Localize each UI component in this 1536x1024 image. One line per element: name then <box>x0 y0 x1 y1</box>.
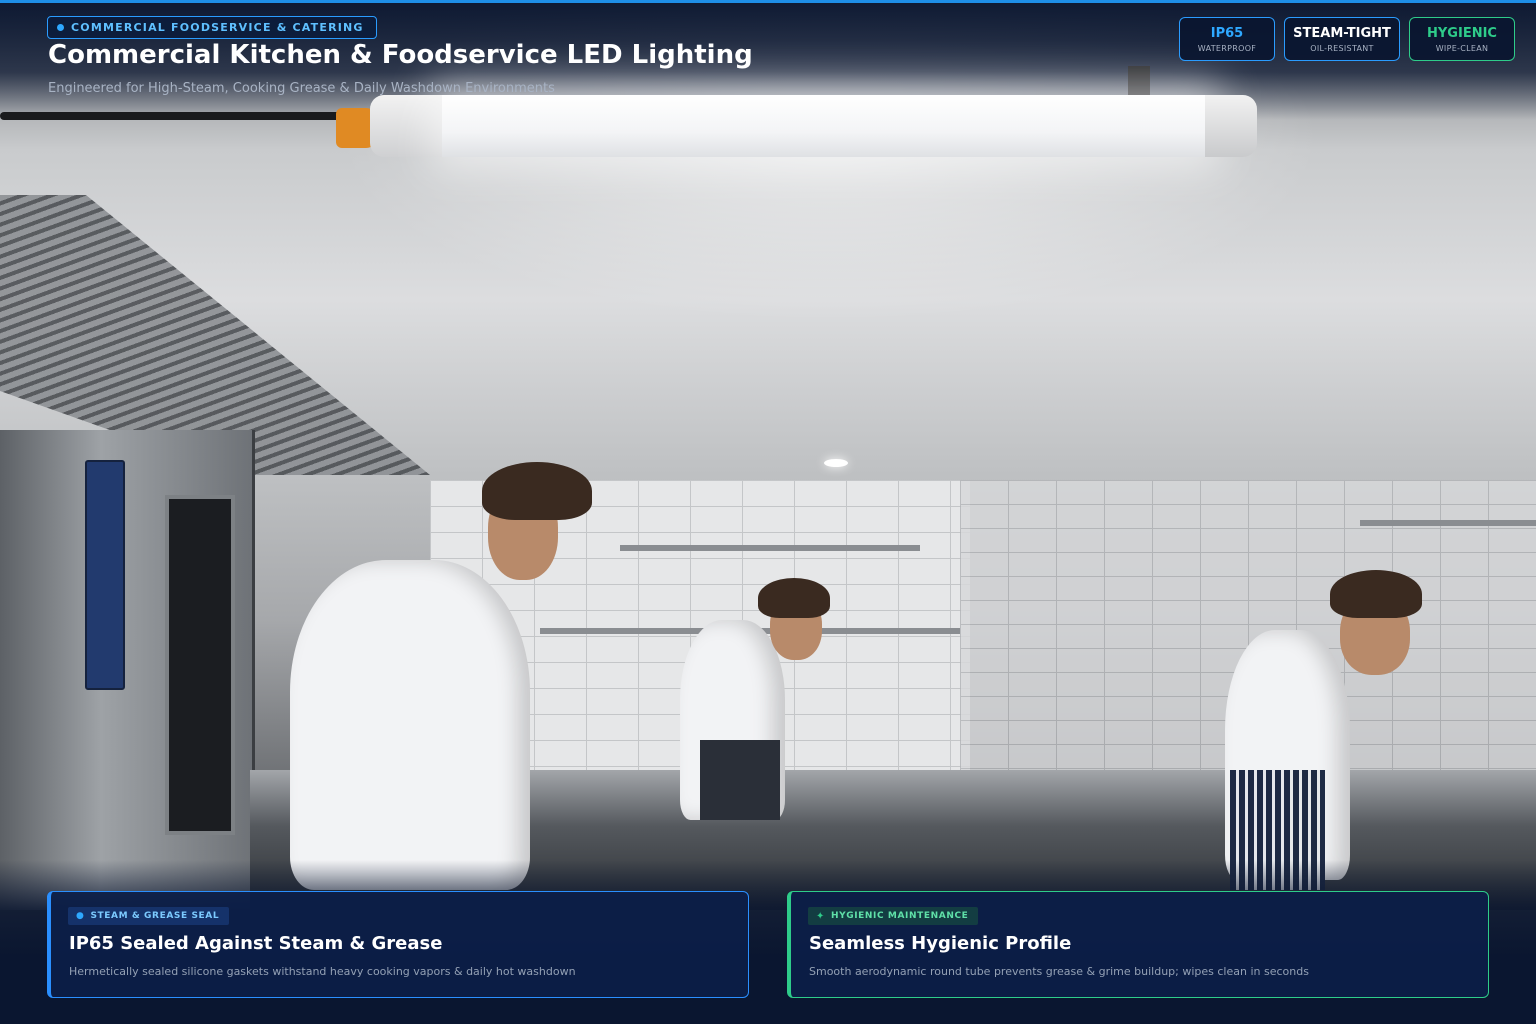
card-tag-label: HYGIENIC MAINTENANCE <box>830 911 969 921</box>
badge-hygienic: HYGIENIC WIPE-CLEAN <box>1409 17 1515 61</box>
droplet-icon: ● <box>76 911 85 921</box>
card-description: Hermetically sealed silicone gaskets wit… <box>69 965 576 978</box>
head-chef-hair <box>482 462 592 520</box>
oven-control-panel <box>85 460 125 690</box>
page-subtitle: Engineered for High-Steam, Cooking Greas… <box>48 81 555 96</box>
sparkle-icon: ✦ <box>816 910 825 922</box>
oven-door <box>165 495 235 835</box>
badge-ip65: IP65 WATERPROOF <box>1179 17 1275 61</box>
tube-endcap-right <box>1205 95 1257 157</box>
badge-hygienic-label: HYGIENIC <box>1427 25 1497 41</box>
tube-endcap-left <box>370 95 445 157</box>
card-tag-hygienic: ✦ HYGIENIC MAINTENANCE <box>808 907 979 925</box>
card-title: Seamless Hygienic Profile <box>809 933 1072 954</box>
third-chef-hair <box>1330 570 1422 618</box>
page-title: Commercial Kitchen & Foodservice LED Lig… <box>48 40 753 70</box>
card-description: Smooth aerodynamic round tube prevents g… <box>809 965 1309 978</box>
badge-hygienic-sub: WIPE-CLEAN <box>1435 43 1489 53</box>
card-tag-steam: ● STEAM & GREASE SEAL <box>68 907 230 925</box>
feature-card-steam-seal: ● STEAM & GREASE SEAL IP65 Sealed Agains… <box>47 891 749 998</box>
badge-steam-tight: STEAM-TIGHT OIL-RESISTANT <box>1284 17 1400 61</box>
badge-steam-tight-label: STEAM-TIGHT <box>1293 25 1391 41</box>
card-title: IP65 Sealed Against Steam & Grease <box>69 933 443 954</box>
head-chef <box>290 560 530 890</box>
plate-shelf <box>1360 520 1536 526</box>
top-accent-rule <box>0 0 1536 3</box>
utensil-rail <box>620 545 920 551</box>
ceiling-downlight <box>824 459 848 467</box>
second-chef-hair <box>758 578 830 618</box>
bullet-dot-icon <box>57 24 64 31</box>
badge-ip65-sub: WATERPROOF <box>1197 43 1257 53</box>
led-tube-light <box>442 95 1209 157</box>
power-cable <box>0 112 345 120</box>
badge-ip65-label: IP65 <box>1210 25 1244 41</box>
category-tag: COMMERCIAL FOODSERVICE & CATERING <box>47 16 377 39</box>
feature-card-hygienic: ✦ HYGIENIC MAINTENANCE Seamless Hygienic… <box>787 891 1489 998</box>
second-chef-apron <box>700 740 780 820</box>
category-label: COMMERCIAL FOODSERVICE & CATERING <box>71 21 364 34</box>
badge-steam-tight-sub: OIL-RESISTANT <box>1310 43 1374 53</box>
card-tag-label: STEAM & GREASE SEAL <box>90 911 220 921</box>
